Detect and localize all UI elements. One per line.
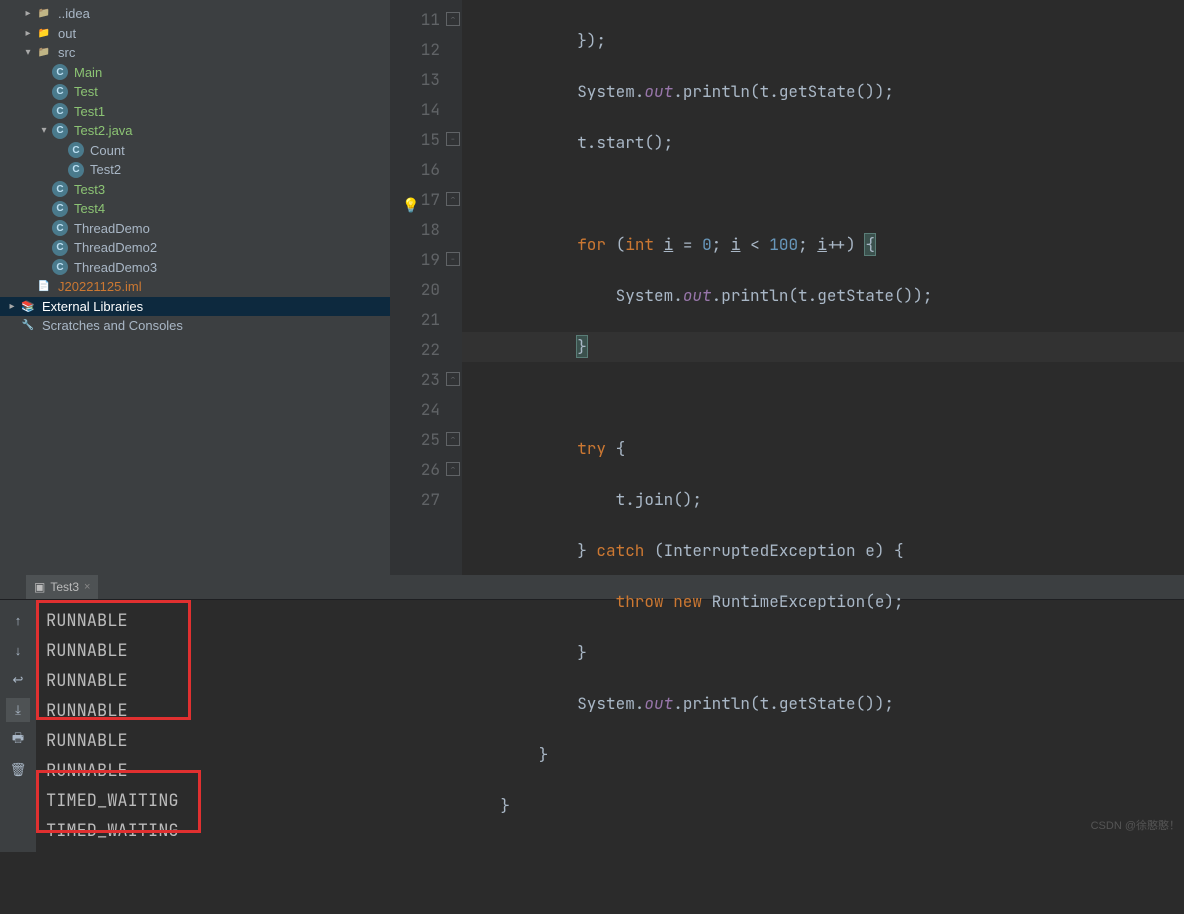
clear-button[interactable]: 🗑 [6, 758, 30, 782]
tree-label: out [58, 26, 76, 41]
scroll-up-button[interactable]: ↑ [6, 608, 30, 632]
chevron-down-icon [20, 47, 36, 58]
console-line: RUNNABLE [46, 696, 1174, 726]
tree-label: ThreadDemo [74, 221, 150, 236]
console-line: RUNNABLE [46, 636, 1174, 666]
terminal-icon: ▣ [34, 580, 45, 594]
tree-label: External Libraries [42, 299, 143, 314]
run-panel: ▣ Test3 × ↑ ↓ ↩ ⤓ 🖶 🗑 RUNNABLE RUNNABLE … [0, 575, 1184, 839]
folder-icon [36, 45, 52, 61]
tree-label: ..idea [58, 6, 90, 21]
fold-close-icon[interactable]: ⌃ [446, 12, 460, 26]
watermark: CSDN @徐憨憨！ [1091, 817, 1180, 833]
close-icon[interactable]: × [84, 581, 90, 593]
fold-close-icon[interactable]: ⌃ [446, 372, 460, 386]
tree-label: Test3 [74, 182, 105, 197]
console-line: RUNNABLE [46, 726, 1174, 756]
tree-item-test1[interactable]: Test1 [0, 102, 390, 122]
class-icon [52, 220, 68, 236]
chevron-right-icon [20, 28, 36, 39]
java-file-icon [52, 123, 68, 139]
tree-item-threaddemo2[interactable]: ThreadDemo2 [0, 238, 390, 258]
class-icon [52, 64, 68, 80]
project-tree: ..idea out src Main Test Test1 Test2.jav… [0, 0, 390, 575]
tree-label: Test2.java [74, 123, 133, 138]
folder-icon [36, 25, 52, 41]
chevron-right-icon [4, 301, 20, 312]
class-icon [52, 259, 68, 275]
tree-label: Test2 [90, 162, 121, 177]
code-area[interactable]: }); System.out.println(t.getState()); t.… [462, 0, 1184, 575]
console-line: TIMED_WAITING [46, 816, 1174, 846]
tree-label: Test4 [74, 201, 105, 216]
tree-item-threaddemo[interactable]: ThreadDemo [0, 219, 390, 239]
class-icon [52, 240, 68, 256]
class-icon [68, 142, 84, 158]
tree-item-scratches[interactable]: Scratches and Consoles [0, 316, 390, 336]
run-toolbar: ↑ ↓ ↩ ⤓ 🖶 🗑 [0, 600, 36, 852]
tree-label: ThreadDemo3 [74, 260, 157, 275]
tree-label: Count [90, 143, 125, 158]
class-icon [52, 201, 68, 217]
class-icon [68, 162, 84, 178]
tab-label: Test3 [50, 580, 79, 594]
class-icon [52, 84, 68, 100]
fold-close-icon[interactable]: ⌃ [446, 462, 460, 476]
scroll-down-button[interactable]: ↓ [6, 638, 30, 662]
tree-item-test3[interactable]: Test3 [0, 180, 390, 200]
tree-item-src[interactable]: src [0, 43, 390, 63]
fold-open-icon[interactable]: − [446, 252, 460, 266]
folder-icon [36, 6, 52, 22]
fold-close-icon[interactable]: ⌃ [446, 192, 460, 206]
console-line: RUNNABLE [46, 606, 1174, 636]
soft-wrap-button[interactable]: ↩ [6, 668, 30, 692]
chevron-down-icon [36, 125, 52, 136]
tree-item-external-libraries[interactable]: External Libraries [0, 297, 390, 317]
tree-label: src [58, 45, 75, 60]
tree-item-threaddemo3[interactable]: ThreadDemo3 [0, 258, 390, 278]
class-icon [52, 103, 68, 119]
iml-file-icon [36, 279, 52, 295]
tree-item-iml[interactable]: J20221125.iml [0, 277, 390, 297]
libraries-icon [20, 298, 36, 314]
print-button[interactable]: 🖶 [6, 728, 30, 752]
tree-item-test2[interactable]: Test2 [0, 160, 390, 180]
code-editor[interactable]: 11⌃ 12 13 14 15− 16 17💡⌃ 18 19− 20 21 22… [390, 0, 1184, 575]
tree-label: ThreadDemo2 [74, 240, 157, 255]
class-icon [52, 181, 68, 197]
console-line: TIMED_WAITING [46, 786, 1174, 816]
fold-open-icon[interactable]: − [446, 132, 460, 146]
tree-label: Test [74, 84, 98, 99]
chevron-right-icon [20, 8, 36, 19]
tree-label: Scratches and Consoles [42, 318, 183, 333]
tree-item-out[interactable]: out [0, 24, 390, 44]
run-tab-test3[interactable]: ▣ Test3 × [26, 575, 98, 599]
console-line: RUNNABLE [46, 756, 1174, 786]
tree-item-test[interactable]: Test [0, 82, 390, 102]
scratches-icon [20, 318, 36, 334]
tree-item-test2java[interactable]: Test2.java [0, 121, 390, 141]
tree-label: Test1 [74, 104, 105, 119]
tree-item-idea[interactable]: ..idea [0, 4, 390, 24]
tree-label: J20221125.iml [58, 279, 142, 294]
scroll-to-end-button[interactable]: ⤓ [6, 698, 30, 722]
console-line: RUNNABLE [46, 666, 1174, 696]
fold-close-icon[interactable]: ⌃ [446, 432, 460, 446]
console-output[interactable]: RUNNABLE RUNNABLE RUNNABLE RUNNABLE RUNN… [36, 600, 1184, 852]
tree-label: Main [74, 65, 102, 80]
tree-item-main[interactable]: Main [0, 63, 390, 83]
tree-item-count[interactable]: Count [0, 141, 390, 161]
editor-gutter: 11⌃ 12 13 14 15− 16 17💡⌃ 18 19− 20 21 22… [390, 0, 462, 575]
tree-item-test4[interactable]: Test4 [0, 199, 390, 219]
